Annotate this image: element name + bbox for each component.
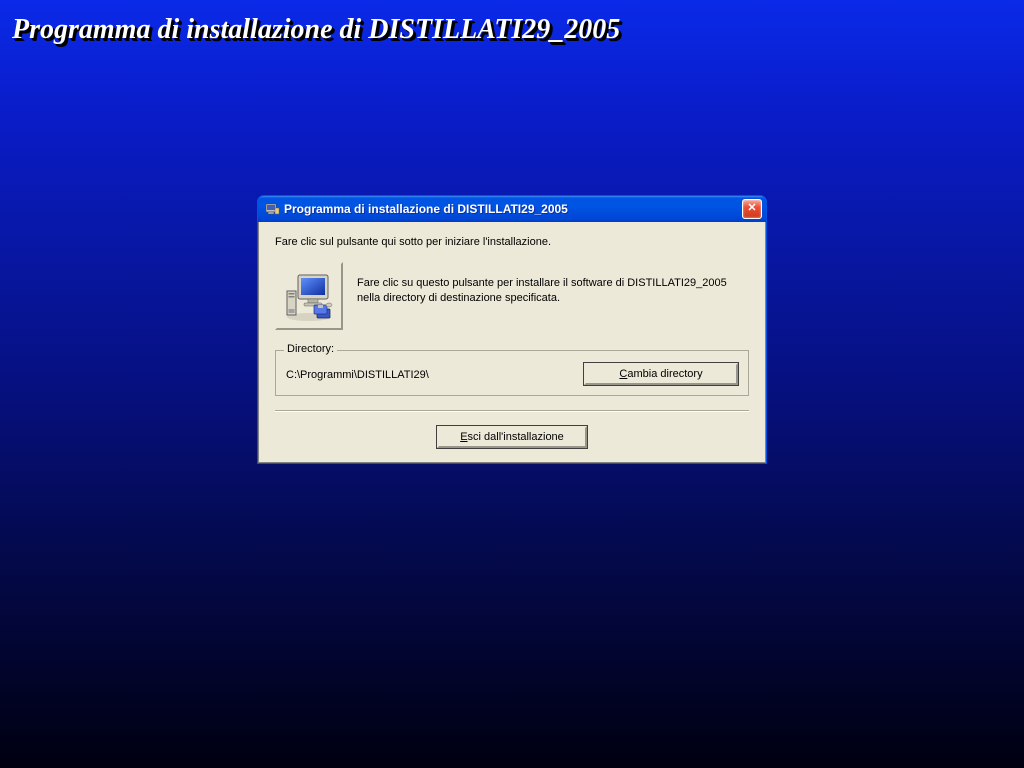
close-button[interactable]: ✕ <box>742 199 762 219</box>
separator <box>275 410 749 412</box>
installer-dialog: Programma di installazione di DISTILLATI… <box>257 195 767 464</box>
exit-row: Esci dall'installazione <box>275 426 749 448</box>
directory-label: Directory: <box>284 343 337 355</box>
directory-path: C:\Programmi\DISTILLATI29\ <box>286 367 429 381</box>
install-description: Fare clic su questo pulsante per install… <box>357 262 749 306</box>
directory-groupbox: Directory: C:\Programmi\DISTILLATI29\ Ca… <box>275 350 749 396</box>
desktop-app-title: Programma di installazione di DISTILLATI… <box>12 14 620 46</box>
instruction-text: Fare clic sul pulsante qui sotto per ini… <box>275 236 749 248</box>
dialog-title: Programma di installazione di DISTILLATI… <box>284 202 742 216</box>
exit-install-button[interactable]: Esci dall'installazione <box>437 426 587 448</box>
installer-app-icon <box>264 201 280 217</box>
install-button[interactable] <box>275 262 343 330</box>
change-directory-button[interactable]: Cambia directory <box>584 363 738 385</box>
computer-install-icon <box>281 267 337 326</box>
install-row: Fare clic su questo pulsante per install… <box>275 262 749 330</box>
dialog-body: Fare clic sul pulsante qui sotto per ini… <box>258 222 766 463</box>
dialog-titlebar[interactable]: Programma di installazione di DISTILLATI… <box>258 196 766 222</box>
